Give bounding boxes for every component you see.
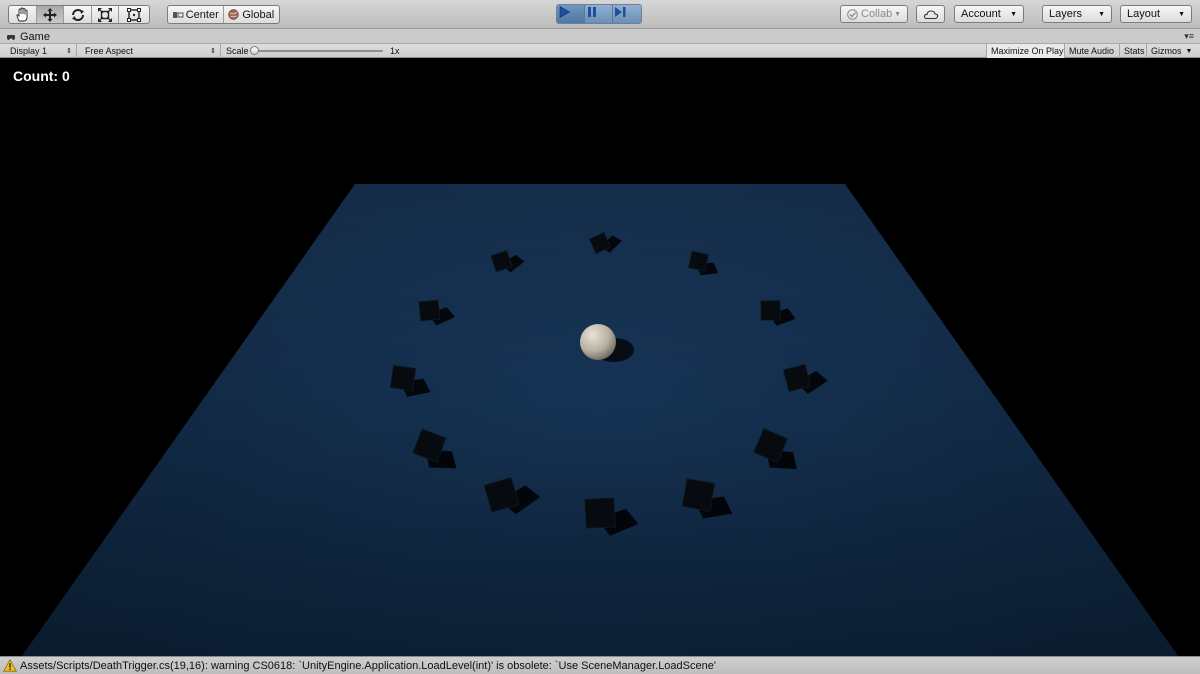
collab-label: Collab xyxy=(861,8,893,20)
display-dropdown[interactable]: Display 1 ⇕ xyxy=(0,44,77,58)
step-button[interactable] xyxy=(613,5,641,23)
pause-button[interactable] xyxy=(585,5,613,23)
rotate-tool-button[interactable] xyxy=(64,6,92,23)
pivot-rotation-button[interactable]: Global xyxy=(224,6,280,23)
globe-icon xyxy=(228,9,240,20)
scale-tool-button[interactable] xyxy=(92,6,120,23)
console-status-bar[interactable]: Assets/Scripts/DeathTrigger.cs(19,16): w… xyxy=(0,656,1200,674)
chevron-down-icon: ▼ xyxy=(1185,47,1193,55)
pause-icon xyxy=(588,7,596,17)
game-tab-bar: Game ▾≡ xyxy=(0,29,1200,44)
tab-game-label: Game xyxy=(20,31,50,43)
layout-dropdown[interactable]: Layout ▼ xyxy=(1120,5,1192,23)
check-icon xyxy=(847,8,858,20)
play-button[interactable] xyxy=(557,5,585,23)
account-label: Account xyxy=(961,8,1001,20)
cloud-icon xyxy=(923,9,938,19)
center-pivot-icon xyxy=(172,11,184,18)
scale-label: Scale xyxy=(226,46,249,56)
scale-slider-thumb[interactable] xyxy=(250,46,259,55)
tab-game[interactable]: Game xyxy=(6,30,50,44)
aspect-dropdown[interactable]: Free Aspect ⇕ xyxy=(80,44,221,58)
player-ball xyxy=(580,324,616,360)
scene-render xyxy=(22,184,1178,656)
hand-icon xyxy=(16,7,28,21)
scale-slider-track[interactable] xyxy=(253,50,383,52)
main-toolbar: Center Global Collab ▼ Account ▼ Layers … xyxy=(0,0,1200,29)
rect-transform-icon xyxy=(127,7,142,22)
game-viewport[interactable]: Count: 0 xyxy=(0,58,1200,656)
count-text: Count: 0 xyxy=(13,68,70,84)
layers-label: Layers xyxy=(1049,8,1083,20)
play-icon xyxy=(559,5,571,19)
game-controller-icon xyxy=(7,35,15,40)
pivot-mode-label: Center xyxy=(185,8,219,21)
chevron-down-icon: ▼ xyxy=(894,10,901,18)
maximize-on-play-label: Maximize On Play xyxy=(991,46,1064,56)
layout-label: Layout xyxy=(1127,8,1161,20)
display-label: Display 1 xyxy=(10,46,48,56)
chevron-down-icon: ▼ xyxy=(1098,10,1105,18)
playback-controls xyxy=(556,4,642,24)
warning-icon xyxy=(3,659,17,672)
transform-tools xyxy=(8,5,150,24)
updown-arrow-icon: ⇕ xyxy=(210,48,216,55)
tab-options-icon[interactable]: ▾≡ xyxy=(1184,31,1194,42)
collab-dropdown[interactable]: Collab ▼ xyxy=(840,5,908,23)
chevron-down-icon: ▼ xyxy=(1178,10,1185,18)
pivot-rotation-label: Global xyxy=(242,8,275,21)
layers-dropdown[interactable]: Layers ▼ xyxy=(1042,5,1112,23)
cloud-button[interactable] xyxy=(916,5,945,23)
step-icon xyxy=(615,7,626,17)
mute-audio-label: Mute Audio xyxy=(1069,46,1115,56)
pivot-toggles: Center Global xyxy=(167,5,280,24)
pivot-mode-button[interactable]: Center xyxy=(168,6,224,23)
gizmos-dropdown[interactable]: Gizmos ▼ xyxy=(1146,44,1200,58)
scale-icon xyxy=(98,7,113,22)
account-dropdown[interactable]: Account ▼ xyxy=(954,5,1024,23)
scale-value: 1x xyxy=(390,46,400,56)
console-message: Assets/Scripts/DeathTrigger.cs(19,16): w… xyxy=(20,659,716,672)
maximize-on-play-toggle[interactable]: Maximize On Play xyxy=(986,44,1064,58)
hand-tool-button[interactable] xyxy=(9,6,37,23)
game-view-controls: Display 1 ⇕ Free Aspect ⇕ Scale 1x Maxim… xyxy=(0,44,1200,58)
stats-label: Stats xyxy=(1124,46,1145,56)
move-icon xyxy=(42,7,57,22)
gizmos-label: Gizmos xyxy=(1151,46,1182,56)
rect-tool-button[interactable] xyxy=(119,6,149,23)
move-tool-button[interactable] xyxy=(36,6,65,23)
aspect-label: Free Aspect xyxy=(85,46,134,56)
chevron-down-icon: ▼ xyxy=(1010,10,1017,18)
mute-audio-toggle[interactable]: Mute Audio xyxy=(1064,44,1119,58)
stats-toggle[interactable]: Stats xyxy=(1119,44,1146,58)
updown-arrow-icon: ⇕ xyxy=(66,48,72,55)
rotate-icon xyxy=(71,8,84,21)
